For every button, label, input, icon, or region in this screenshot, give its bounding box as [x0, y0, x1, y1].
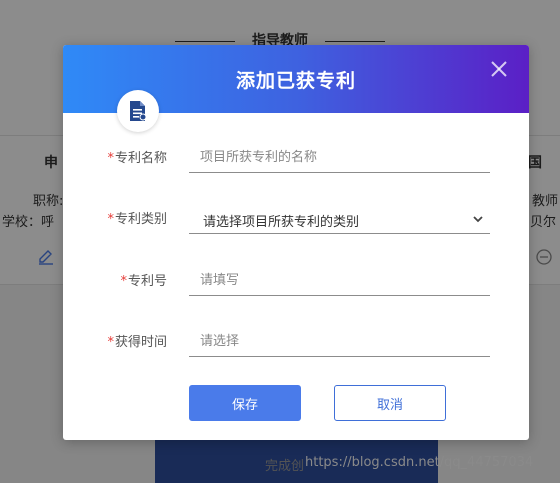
obtain-date-input[interactable] — [189, 327, 490, 357]
patent-name-input[interactable] — [189, 143, 490, 173]
patent-category-selected: 请选择项目所获专利的类别 — [203, 215, 360, 230]
obtain-date-label-text: 获得时间 — [114, 335, 167, 350]
field-row-obtain-date: *获得时间 — [63, 327, 529, 367]
field-row-patent-name: *专利名称 — [63, 143, 529, 183]
dialog-badge — [117, 90, 159, 132]
patent-number-label-text: 专利号 — [127, 274, 167, 289]
patent-category-label-text: 专利类别 — [114, 212, 167, 227]
close-icon[interactable] — [488, 58, 510, 80]
required-mark: * — [107, 151, 114, 166]
patent-category-label: *专利类别 — [107, 208, 167, 227]
field-row-patent-number: *专利号 — [63, 266, 529, 306]
patent-category-select[interactable]: 请选择项目所获专利的类别 — [189, 204, 490, 234]
patent-name-label-text: 专利名称 — [114, 151, 167, 166]
cancel-button[interactable]: 取消 — [334, 385, 446, 421]
required-mark: * — [120, 274, 127, 289]
patent-number-input[interactable] — [189, 266, 490, 296]
obtain-date-label: *获得时间 — [107, 331, 167, 350]
patent-name-label: *专利名称 — [107, 147, 167, 166]
dialog-title: 添加已获专利 — [235, 70, 356, 92]
patent-number-label: *专利号 — [120, 270, 167, 289]
document-icon — [130, 101, 147, 121]
watermark-text: https://blog.csdn.net/qq_44757034 — [305, 455, 534, 470]
save-button[interactable]: 保存 — [189, 385, 301, 421]
add-patent-dialog: 添加已获专利 *专利名称 *专利类别 请选择项目所获专利的类别 — [63, 45, 529, 440]
field-row-patent-category: *专利类别 请选择项目所获专利的类别 — [63, 204, 529, 244]
required-mark: * — [107, 335, 114, 350]
required-mark: * — [107, 212, 114, 227]
chevron-down-icon — [473, 216, 483, 223]
